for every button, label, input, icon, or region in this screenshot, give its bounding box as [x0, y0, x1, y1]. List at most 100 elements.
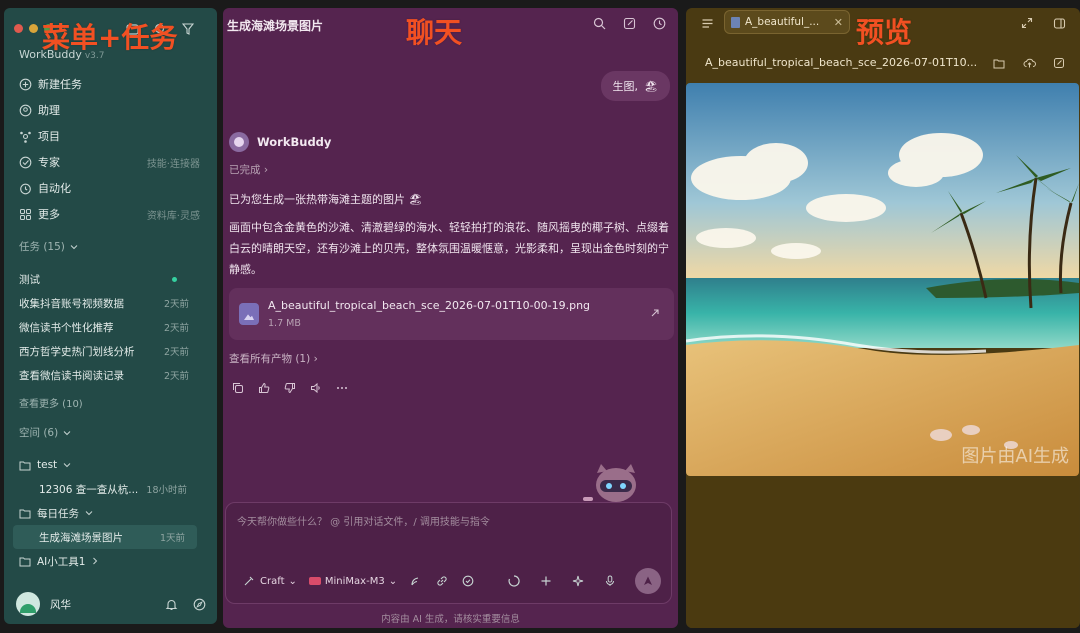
spaces-header-label: 空间 (6)	[19, 427, 59, 439]
folder-icon[interactable]	[992, 56, 1006, 70]
ai-watermark: 图片由AI生成	[961, 446, 1069, 467]
preview-panel: A_beautiful_... ✕ 预览 A_beautiful_tropica…	[686, 8, 1080, 628]
panel-toggle-icon[interactable]	[1052, 16, 1066, 30]
user-name[interactable]: 风华	[50, 597, 71, 612]
filter-icon[interactable]	[181, 22, 195, 36]
space-item[interactable]: AI小工具1	[19, 549, 199, 573]
task-item[interactable]: 西方哲学史热门划线分析 2天前	[19, 339, 189, 363]
spaces-header[interactable]: 空间 (6)	[19, 425, 72, 440]
chat-input-box[interactable]: 今天帮你做些什么？ @ 引用对话文件，/ 调用技能与指令 Craft ⌄ Min…	[225, 502, 672, 604]
nav-assistant[interactable]: 助理	[18, 97, 200, 123]
status-label: 已完成	[229, 164, 261, 176]
image-file-icon	[731, 16, 740, 28]
check-badge-icon[interactable]	[461, 574, 475, 588]
edit-icon[interactable]	[622, 16, 636, 30]
message-actions	[231, 381, 349, 395]
nav-meta: 技能·连接器	[146, 158, 200, 170]
nav-label: 项目	[38, 130, 60, 143]
bell-icon[interactable]	[164, 597, 178, 611]
user-bar: 风华	[16, 590, 206, 618]
annotation-chat: 聊天	[406, 16, 463, 49]
chevron-right-icon: ›	[263, 164, 269, 176]
reply-headline: 已为您生成一张热带海滩主题的图片 🏖	[229, 191, 422, 207]
space-time: 1天前	[159, 533, 185, 544]
edit-icon[interactable]	[1052, 56, 1066, 70]
space-task-item[interactable]: 12306 查一查从杭... 18小时前	[19, 477, 199, 501]
nav-experts[interactable]: 专家 技能·连接器	[18, 149, 200, 175]
view-all-outputs-link[interactable]: 查看所有产物 (1) ›	[229, 351, 318, 366]
space-task-item-active[interactable]: 生成海滩场景图片 1天前	[13, 525, 197, 549]
brand-version: v3.7	[84, 51, 105, 61]
task-item[interactable]: 查看微信读书阅读记录 2天前	[19, 363, 189, 387]
file-attachment-card[interactable]: A_beautiful_tropical_beach_sce_2026-07-0…	[229, 288, 674, 340]
space-item[interactable]: test	[19, 453, 199, 477]
expert-icon	[18, 155, 32, 169]
active-dot	[172, 276, 177, 282]
mode-selector[interactable]: Craft ⌄	[242, 574, 297, 588]
task-label: 西方哲学史热门划线分析	[19, 345, 135, 358]
main-nav: 新建任务 助理 项目 专家 技能·连接器 自动化 更多 资料库·灵感	[18, 71, 200, 227]
thumbs-up-icon[interactable]	[257, 381, 271, 395]
nav-label: 更多	[38, 208, 60, 221]
sparkle-icon[interactable]	[571, 574, 585, 588]
view-all-label: 查看所有产物 (1)	[229, 353, 311, 365]
model-logo-icon	[308, 577, 321, 585]
speaker-icon[interactable]	[309, 381, 323, 395]
open-external-icon[interactable]	[648, 306, 662, 320]
copy-icon[interactable]	[231, 381, 245, 395]
expand-icon[interactable]	[1020, 16, 1034, 30]
history-icon[interactable]	[652, 16, 666, 30]
thumbs-down-icon[interactable]	[283, 381, 297, 395]
link-icon[interactable]	[435, 574, 449, 588]
space-item[interactable]: 每日任务	[19, 501, 199, 525]
folder-icon	[19, 458, 31, 472]
task-label: 查看微信读书阅读记录	[19, 369, 124, 382]
task-list: 测试 收集抖音账号视频数据 2天前 微信读书个性化推荐 2天前 西方哲学史热门划线分…	[19, 267, 189, 387]
task-item[interactable]: 收集抖音账号视频数据 2天前	[19, 291, 189, 315]
preview-file-tools	[992, 56, 1066, 70]
microphone-icon[interactable]	[603, 574, 617, 588]
preview-window-tools	[1020, 16, 1066, 30]
add-icon[interactable]	[539, 574, 553, 588]
upload-cloud-icon[interactable]	[1022, 56, 1036, 70]
task-time: 2天前	[163, 371, 189, 382]
nav-more[interactable]: 更多 资料库·灵感	[18, 201, 200, 227]
search-icon[interactable]	[592, 16, 606, 30]
close-window-button[interactable]	[14, 24, 23, 33]
space-label: 每日任务	[37, 507, 79, 520]
model-selector[interactable]: MiniMax-M3 ⌄	[308, 576, 397, 587]
space-label: AI小工具1	[37, 555, 86, 568]
tab-preview-file[interactable]: A_beautiful_... ✕	[724, 10, 850, 34]
send-button[interactable]	[635, 568, 661, 594]
menu-icon[interactable]	[700, 16, 714, 30]
more-icon[interactable]	[335, 381, 349, 395]
chat-input[interactable]: 今天帮你做些什么？ @ 引用对话文件，/ 调用技能与指令	[237, 513, 490, 528]
nav-new-task[interactable]: 新建任务	[18, 71, 200, 97]
tab-label: A_beautiful_...	[745, 16, 820, 28]
nav-projects[interactable]: 项目	[18, 123, 200, 149]
nav-label: 自动化	[38, 182, 71, 195]
close-icon[interactable]: ✕	[834, 16, 843, 29]
compass-icon[interactable]	[192, 597, 206, 611]
nav-automation[interactable]: 自动化	[18, 175, 200, 201]
tasks-more-link[interactable]: 查看更多 (10)	[19, 395, 83, 410]
avatar[interactable]	[16, 592, 40, 616]
generated-beach-image[interactable]: 图片由AI生成	[686, 83, 1079, 476]
task-label: 测试	[19, 273, 40, 286]
annotation-preview: 预览	[856, 16, 913, 49]
minimize-window-button[interactable]	[29, 24, 38, 33]
wifi-icon[interactable]	[409, 574, 423, 588]
robot-mascot-icon	[583, 464, 636, 502]
task-item[interactable]: 测试	[19, 267, 189, 291]
loading-spinner-icon	[507, 574, 521, 588]
reply-line: 已为您生成一张热带海滩主题的图片	[229, 193, 405, 206]
nav-label: 助理	[38, 104, 60, 117]
task-item[interactable]: 微信读书个性化推荐 2天前	[19, 315, 189, 339]
file-name: A_beautiful_tropical_beach_sce_2026-07-0…	[268, 299, 591, 312]
task-label: 收集抖音账号视频数据	[19, 297, 124, 310]
bot-header: WorkBuddy	[229, 132, 331, 152]
bot-name: WorkBuddy	[257, 135, 332, 149]
folder-icon	[19, 554, 31, 568]
tasks-header[interactable]: 任务 (15)	[19, 239, 79, 254]
status-toggle[interactable]: 已完成 ›	[229, 162, 268, 177]
